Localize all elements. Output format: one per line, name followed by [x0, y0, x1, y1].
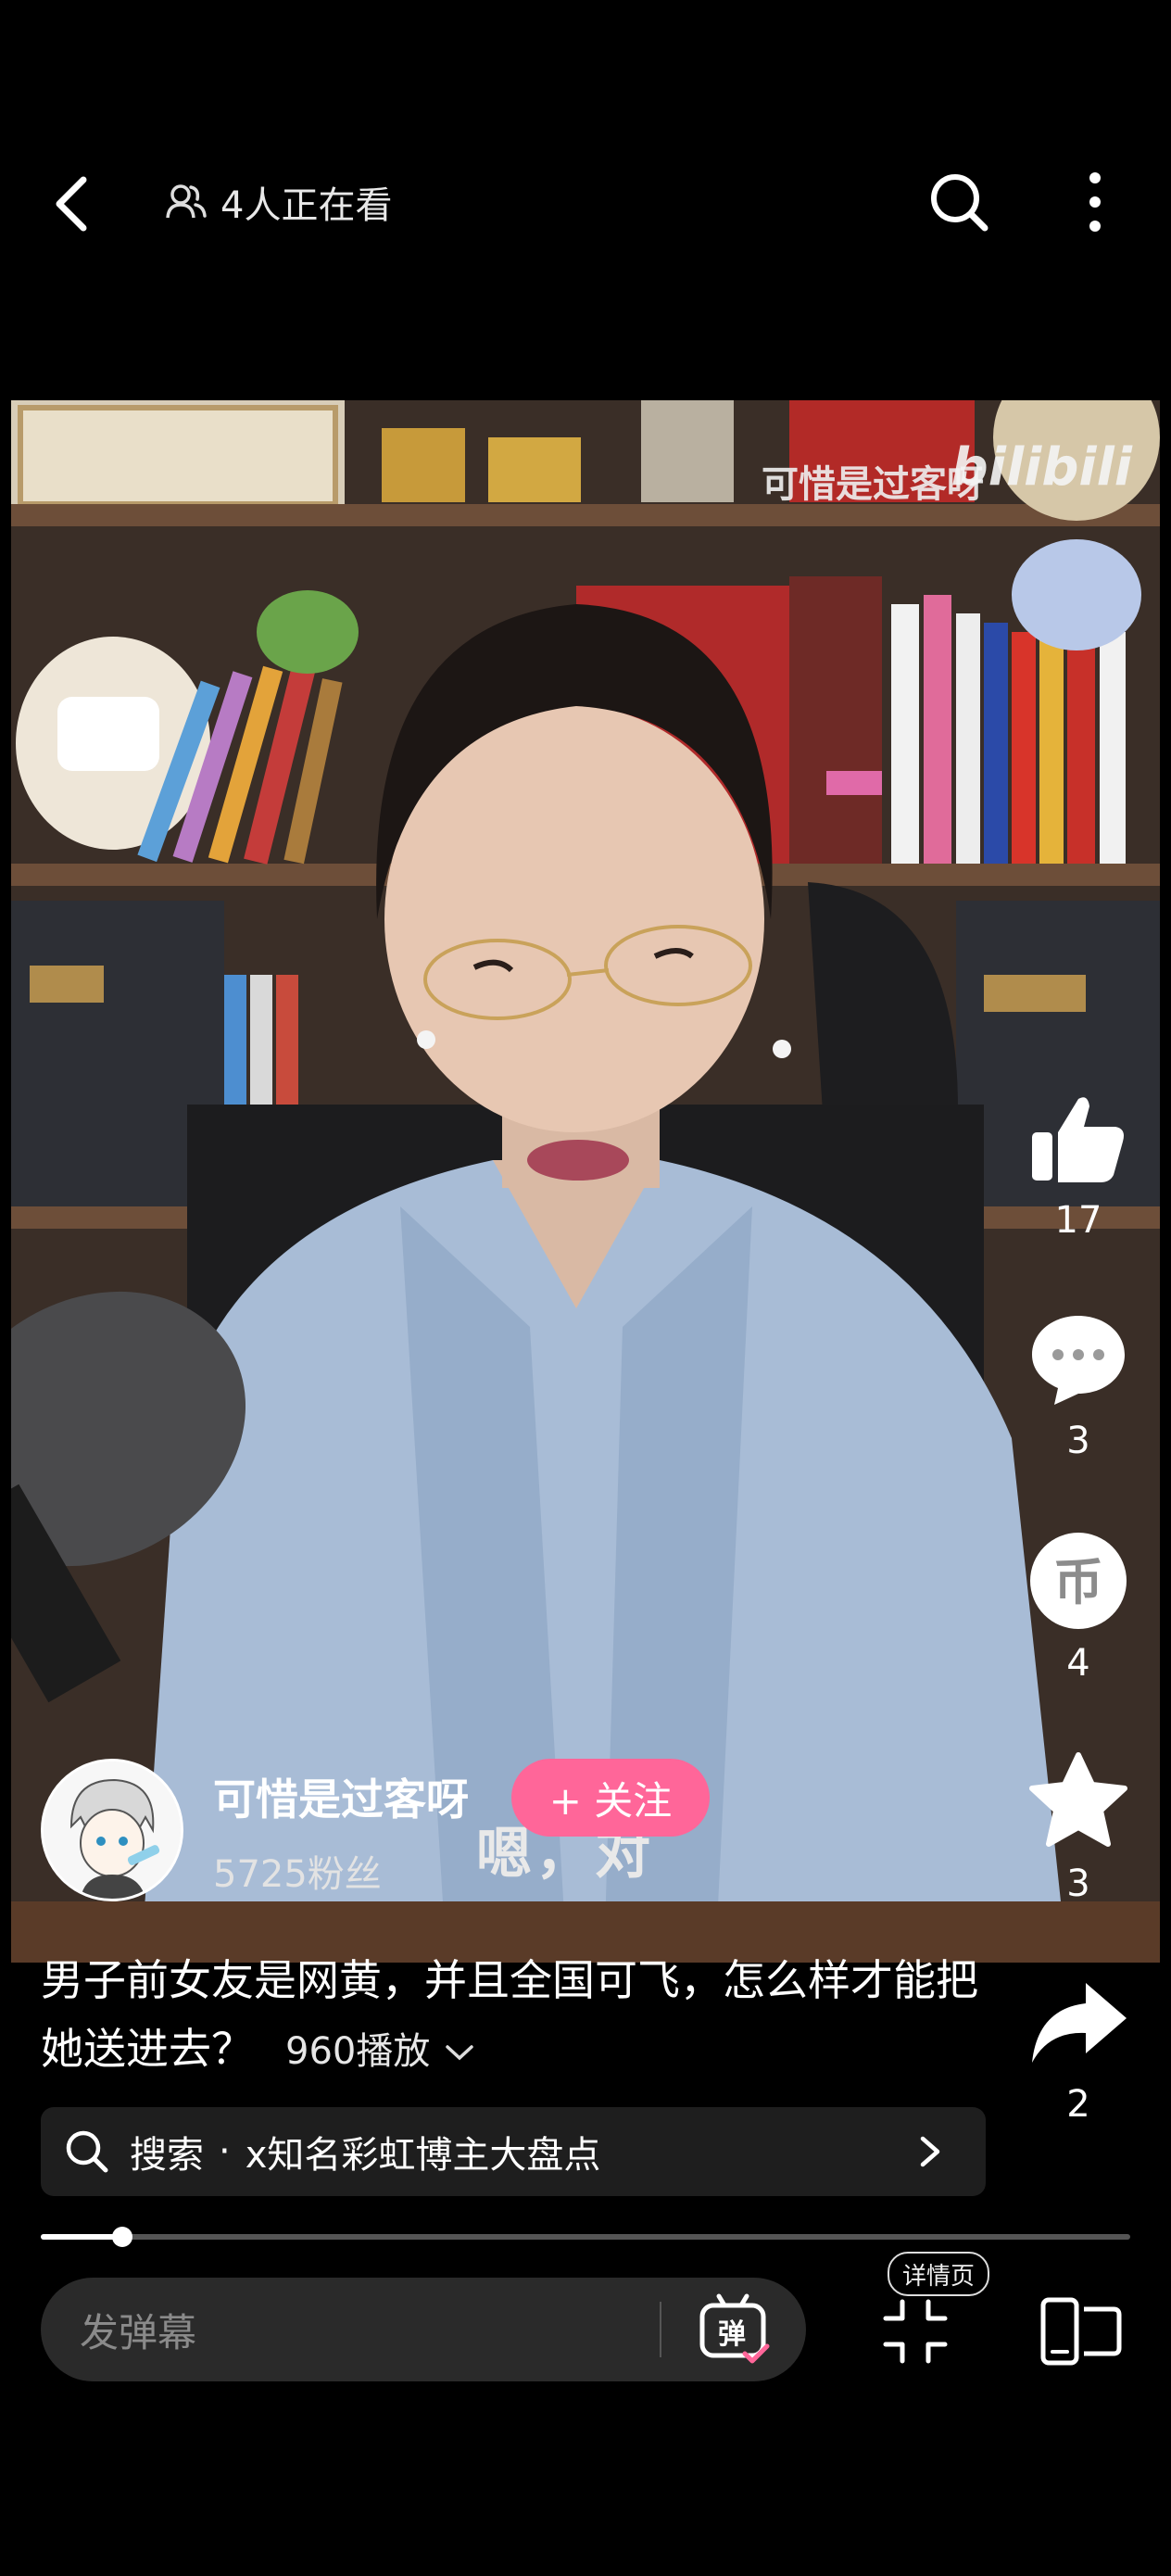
search-query: x知名彩虹博主大盘点	[245, 2134, 601, 2177]
like-action[interactable]: 17	[1019, 1086, 1138, 1242]
author-name[interactable]: 可惜是过客呀	[213, 1766, 469, 1827]
share-action[interactable]: 2	[1019, 1970, 1138, 2126]
viewers-text: 4人正在看	[220, 184, 393, 227]
like-count: 17	[1054, 1199, 1102, 1242]
bilibili-logo: bilibili	[951, 437, 1132, 498]
play-count: 960播放	[285, 2030, 431, 2073]
svg-text:弹: 弹	[718, 2318, 746, 2351]
back-arrow-icon[interactable]	[37, 167, 111, 241]
video-player[interactable]: 可惜是过客呀 bilibili 嗯，对	[11, 400, 1160, 1963]
collapse-icon[interactable]	[878, 2294, 952, 2368]
comment-action[interactable]: 3	[1019, 1307, 1138, 1462]
coin-action[interactable]: 币 4	[1019, 1529, 1138, 1685]
favorite-action[interactable]: 3	[1019, 1749, 1138, 1905]
detail-page-badge[interactable]: 详情页	[888, 2252, 990, 2296]
chevron-down-icon[interactable]	[444, 2041, 475, 2064]
author-avatar[interactable]	[41, 1759, 183, 1901]
progress-track[interactable]	[41, 2234, 1130, 2240]
video-title-block[interactable]: 男子前女友是网黄，并且全国可飞，怎么样才能把她送进去？ 960播放	[41, 1946, 986, 2086]
share-count: 2	[1066, 2083, 1090, 2126]
danmaku-placeholder: 发弹幕	[80, 2309, 197, 2355]
svg-text:币: 币	[1053, 1553, 1103, 1611]
people-icon	[166, 184, 207, 219]
search-separator: ·	[219, 2130, 231, 2173]
follow-label: + 关注	[548, 1777, 673, 1824]
search-prefix: 搜索	[130, 2134, 204, 2177]
danmaku-divider	[660, 2302, 661, 2357]
video-frame-image	[11, 400, 1160, 1963]
viewers-indicator: 4人正在看	[165, 174, 392, 230]
thumbs-up-icon[interactable]	[1026, 1086, 1130, 1190]
progress-thumb[interactable]	[112, 2227, 132, 2247]
related-search-bar[interactable]: 搜索 · x知名彩虹博主大盘点	[41, 2107, 986, 2196]
comment-count: 3	[1066, 1420, 1090, 1462]
chevron-right-icon	[920, 2136, 940, 2167]
favorite-count: 3	[1066, 1863, 1090, 1905]
share-arrow-icon[interactable]	[1026, 1970, 1130, 2074]
follow-button[interactable]: + 关注	[511, 1759, 710, 1837]
progress-fill	[41, 2234, 122, 2240]
comment-icon[interactable]	[1026, 1307, 1130, 1410]
more-vertical-icon[interactable]	[1067, 165, 1123, 239]
coin-icon[interactable]: 币	[1026, 1529, 1130, 1633]
search-icon	[66, 2130, 108, 2173]
star-icon[interactable]	[1026, 1749, 1130, 1853]
avatar-image	[44, 1762, 181, 1899]
coin-count: 4	[1066, 1642, 1090, 1685]
author-fans: 5725粉丝	[213, 1853, 382, 1896]
danmaku-input[interactable]: 发弹幕 弹	[41, 2278, 806, 2381]
orientation-switch-icon[interactable]	[1039, 2294, 1123, 2368]
danmaku-toggle-icon[interactable]: 弹	[697, 2292, 771, 2367]
search-icon[interactable]	[922, 165, 996, 239]
video-title: 男子前女友是网黄，并且全国可飞，怎么样才能把她送进去？	[41, 1955, 978, 2074]
